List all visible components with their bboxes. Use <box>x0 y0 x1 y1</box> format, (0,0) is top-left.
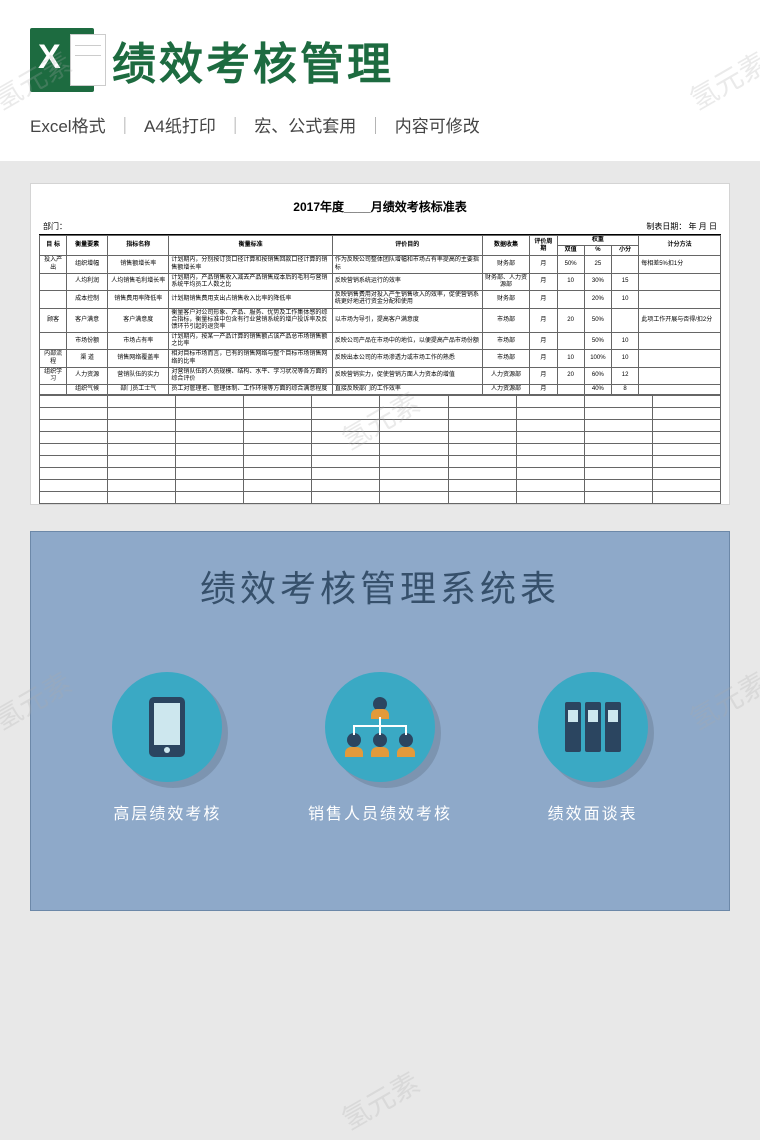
table-row: 投入产出组织增幅销售额增长率计划期内，分别按订货口径计算和按销售回款口径计算的销… <box>40 256 721 273</box>
separator: ｜ <box>367 117 384 136</box>
empty-row <box>40 420 721 432</box>
module-interview[interactable]: 绩效面谈表 <box>508 672 678 824</box>
separator: ｜ <box>116 117 133 136</box>
module-label: 销售人员绩效考核 <box>308 800 452 824</box>
empty-row <box>40 468 721 480</box>
watermark: 氢元素 <box>334 1062 427 1139</box>
col-scoring: 计分方法 <box>639 236 721 256</box>
empty-row <box>40 408 721 420</box>
empty-row <box>40 432 721 444</box>
module-sales[interactable]: 销售人员绩效考核 <box>295 672 465 824</box>
date-label: 制表日期： 年 月 日 <box>646 221 717 232</box>
cover-title: 绩效考核管理系统表 <box>31 532 729 612</box>
sheet-title: 2017年度____月绩效考核标准表 <box>39 194 721 219</box>
col-target: 目 标 <box>40 236 67 256</box>
separator: ｜ <box>227 117 244 136</box>
col-weight: 权重 <box>557 236 639 246</box>
col-weight-sub: 小分 <box>611 246 638 256</box>
col-element: 衡量要素 <box>67 236 108 256</box>
table-row: 内部流程渠 道销售网络覆盖率相对目标市场而言，已有的销售网络与整个目标市场销售网… <box>40 350 721 367</box>
col-weight-dual: 双值 <box>557 246 584 256</box>
table-header-row: 目 标 衡量要素 指标名称 衡量标准 评价目的 数据收集 评价周期 权重 计分方… <box>40 236 721 246</box>
module-label: 绩效面谈表 <box>548 800 638 824</box>
empty-row <box>40 492 721 504</box>
feature-editable: 内容可修改 <box>395 117 480 136</box>
folders-icon <box>538 672 648 782</box>
col-datasource: 数据收集 <box>482 236 530 256</box>
table-row: 组织气候部门员工士气员工对管理者、管理体制、工作环境等方面的综合满意程度直接反映… <box>40 385 721 395</box>
spreadsheet-preview: 2017年度____月绩效考核标准表 部门： 制表日期： 年 月 日 目 标 衡… <box>30 183 730 505</box>
org-chart-icon <box>325 672 435 782</box>
module-executive[interactable]: 高层绩效考核 <box>82 672 252 824</box>
col-purpose: 评价目的 <box>332 236 482 256</box>
col-indicator: 指标名称 <box>108 236 169 256</box>
table-row: 顾客客户满意客户满意度衡量客户对公司形象、产品、服务、优势及工作集体感的综合指标… <box>40 308 721 333</box>
table-row: 市场份额市场占有率计划期内，按某一产品计算的销售额占该产品总市场销售额之比率反映… <box>40 333 721 350</box>
empty-row <box>40 444 721 456</box>
feature-format: Excel格式 <box>30 117 106 136</box>
table-row: 组织学习人力资源营销队伍的实力对营销队伍的人员规模、结构、水平、学习状况等各方面… <box>40 367 721 384</box>
empty-row <box>40 396 721 408</box>
excel-icon: X <box>30 28 94 92</box>
module-row: 高层绩效考核 销售人员绩效考核 绩效面谈表 <box>31 672 729 824</box>
empty-grid <box>39 395 721 504</box>
col-weight-pct: % <box>584 246 611 256</box>
empty-row <box>40 456 721 468</box>
table-row: 成本控制销售费用率降低率计划期销售费用支出占销售收入比率的降低率反映销售费用对投… <box>40 291 721 308</box>
table-row: 人均利润人均销售毛利增长率计划期内，产品销售收入减去产品销售成本后的毛利与营销系… <box>40 273 721 290</box>
module-label: 高层绩效考核 <box>113 800 221 824</box>
page-title: 绩效考核管理 <box>112 28 394 92</box>
page-header: X 绩效考核管理 <box>0 0 760 112</box>
empty-row <box>40 480 721 492</box>
excel-icon-letter: X <box>38 38 61 77</box>
feature-macro: 宏、公式套用 <box>254 117 356 136</box>
col-period: 评价周期 <box>530 236 557 256</box>
dept-label: 部门： <box>43 221 67 232</box>
cover-card: 绩效考核管理系统表 高层绩效考核 销售人员绩效考核 <box>30 531 730 911</box>
phone-icon <box>112 672 222 782</box>
kpi-table: 目 标 衡量要素 指标名称 衡量标准 评价目的 数据收集 评价周期 权重 计分方… <box>39 235 721 395</box>
feature-print: A4纸打印 <box>144 117 216 136</box>
col-standard: 衡量标准 <box>169 236 332 256</box>
subheader: Excel格式 ｜ A4纸打印 ｜ 宏、公式套用 ｜ 内容可修改 <box>0 112 760 161</box>
